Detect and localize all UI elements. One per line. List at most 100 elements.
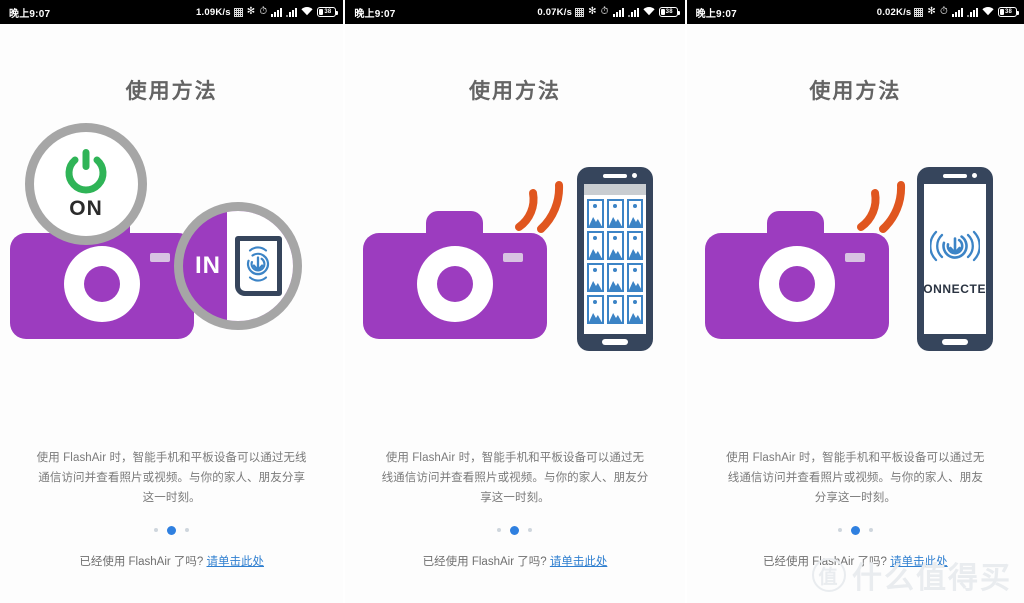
footer-row: 已经使用 FlashAir 了吗? 请单击此处 [0, 553, 343, 603]
bluetooth-icon: ✻ [246, 6, 256, 17]
phone-home-button[interactable] [941, 339, 968, 345]
power-icon [60, 147, 112, 199]
wifi-icon [982, 6, 994, 19]
photo-thumbnail[interactable] [587, 295, 604, 324]
illustration-step-2 [345, 113, 684, 448]
camera-lens-icon [417, 245, 494, 322]
wifi-icon [301, 6, 313, 19]
power-on-label: ON [69, 197, 103, 220]
battery-level: 38 [1005, 9, 1013, 15]
battery-level: 38 [665, 9, 673, 15]
camera-flash-icon [844, 253, 865, 263]
page-indicator-dots[interactable] [687, 525, 1024, 535]
photo-thumbnail-grid[interactable] [584, 195, 646, 328]
camera-lens-icon [758, 245, 835, 322]
panel-step-2: 晚上9:07 0.07K/s ✻ ⏱ 38 使用方法 使用 FlashAir 时… [343, 0, 685, 603]
camera-lens-icon [64, 245, 140, 322]
step-description: 使用 FlashAir 时，智能手机和平板设备可以通过无线通信访问并查看照片或视… [726, 451, 985, 504]
photo-thumbnail[interactable] [606, 199, 624, 228]
battery-level: 38 [324, 9, 332, 15]
onboarding-screenshot-strip: 晚上9:07 1.09K/s ✻ ⏱ 38 使用方法 ON IN 使用 Flas… [0, 0, 1024, 603]
status-icons: 0.02K/s ✻ ⏱ 38 [876, 6, 1019, 19]
photo-thumbnail[interactable] [606, 231, 624, 260]
footer-link[interactable]: 请单击此处 [550, 556, 608, 568]
data-grid-icon [575, 7, 585, 17]
phone-speaker [603, 174, 628, 178]
signal-bars-icon [271, 7, 283, 17]
status-bar-3: 晚上9:07 0.02K/s ✻ ⏱ 38 [686, 0, 1024, 24]
page-indicator-dots[interactable] [0, 525, 343, 535]
battery-icon: 38 [658, 7, 680, 17]
signal-bars-2-icon [627, 7, 639, 17]
smartphone-illustration: CONNECTED [916, 167, 993, 351]
status-bar-2: 晚上9:07 0.07K/s ✻ ⏱ 38 [345, 0, 685, 24]
photo-thumbnail[interactable] [626, 263, 644, 292]
phone-speaker [942, 174, 967, 178]
bluetooth-icon: ✻ [588, 6, 597, 17]
page-dot-1[interactable] [497, 528, 502, 532]
alarm-clock-icon: ⏱ [259, 6, 268, 17]
panel-step-1: 晚上9:07 1.09K/s ✻ ⏱ 38 使用方法 ON IN 使用 Flas… [0, 0, 344, 603]
photo-thumbnail[interactable] [606, 295, 624, 324]
page-dot-1[interactable] [154, 528, 159, 532]
photo-thumbnail[interactable] [587, 199, 604, 228]
page-title: 使用方法 [125, 80, 218, 103]
data-grid-icon [233, 7, 243, 17]
page-dot-3[interactable] [868, 528, 873, 532]
alarm-clock-icon: ⏱ [600, 6, 609, 17]
power-on-badge: ON [25, 123, 147, 245]
page-dot-2[interactable] [510, 525, 520, 535]
camera-flash-icon [150, 253, 171, 263]
phone-screen-gallery [584, 184, 647, 334]
battery-icon: 38 [998, 7, 1019, 17]
status-clock: 晚上9:07 [9, 8, 51, 20]
footer-link[interactable]: 请单击此处 [207, 556, 265, 568]
photo-thumbnail[interactable] [587, 231, 604, 260]
page-indicator-dots[interactable] [345, 525, 684, 535]
footer-question: 已经使用 FlashAir 了吗? [762, 556, 887, 568]
network-speed-label: 1.09K/s [196, 6, 231, 18]
network-speed-label: 0.07K/s [537, 6, 573, 18]
connected-status-label: CONNECTED [923, 282, 986, 296]
status-clock: 晚上9:07 [695, 8, 737, 20]
page-dot-3[interactable] [528, 528, 533, 532]
status-bar-1: 晚上9:07 1.09K/s ✻ ⏱ 38 [0, 0, 344, 24]
signal-bars-icon [952, 7, 963, 17]
footer-question: 已经使用 FlashAir 了吗? [79, 556, 204, 568]
page-dot-2[interactable] [850, 525, 860, 535]
photo-thumbnail[interactable] [626, 295, 644, 324]
wifi-signal-icon [513, 171, 569, 238]
step-description: 使用 FlashAir 时，智能手机和平板设备可以通过无线通信访问并查看照片或视… [36, 451, 307, 504]
signal-bars-icon [612, 7, 624, 17]
phone-home-button[interactable] [602, 339, 629, 345]
battery-icon: 38 [317, 7, 339, 17]
photo-thumbnail[interactable] [626, 199, 644, 228]
wifi-icon [643, 6, 655, 19]
phone-front-camera-icon [971, 173, 977, 178]
card-in-label: IN [195, 252, 221, 279]
signal-bars-2-icon [286, 7, 298, 17]
photo-thumbnail[interactable] [606, 263, 624, 292]
phone-screen-connected: CONNECTED [923, 184, 986, 334]
flashair-card [234, 236, 282, 296]
status-icons: 0.07K/s ✻ ⏱ 38 [537, 6, 680, 19]
footer-row: 已经使用 FlashAir 了吗? 请单击此处 [345, 553, 684, 603]
status-clock: 晚上9:07 [354, 8, 396, 20]
page-dot-3[interactable] [185, 528, 190, 532]
photo-thumbnail[interactable] [626, 231, 644, 260]
network-speed-label: 0.02K/s [876, 6, 912, 18]
illustration-step-3: CONNECTED [687, 113, 1024, 448]
step-description: 使用 FlashAir 时，智能手机和平板设备可以通过无线通信访问并查看照片或视… [381, 451, 649, 504]
status-icons: 1.09K/s ✻ ⏱ 38 [196, 6, 339, 19]
page-dot-2[interactable] [167, 525, 177, 535]
data-grid-icon [914, 7, 924, 17]
photo-thumbnail[interactable] [587, 263, 604, 292]
page-title: 使用方法 [809, 80, 902, 103]
page-dot-1[interactable] [837, 528, 842, 532]
footer-link[interactable]: 请单击此处 [890, 556, 948, 568]
signal-bars-2-icon [967, 7, 978, 17]
page-title: 使用方法 [468, 80, 561, 103]
flashair-logo-icon [241, 244, 275, 289]
card-slot-background [227, 211, 293, 321]
illustration-step-1: ON IN [0, 113, 343, 448]
